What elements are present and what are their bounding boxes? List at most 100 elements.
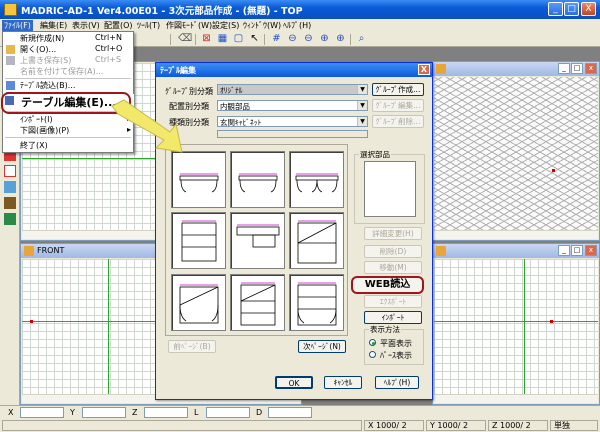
coord-x-label: X [8,408,14,417]
cancel-button[interactable]: ｷｬﾝｾﾙ [324,376,362,389]
import-button[interactable]: ｲﾝﾎﾟｰﾄ [364,311,422,324]
zoom-fit-icon[interactable]: ⊠ [200,33,213,45]
radio-plane-view[interactable] [369,339,376,346]
menu-item-new[interactable]: 新規作成(N) Ctrl+N [3,33,133,44]
menu-draw-mode[interactable]: 作図ﾓｰﾄﾞ(W) [166,20,212,31]
child-maximize-button[interactable]: □ [571,63,583,74]
selected-part-preview [364,161,416,217]
part-thumbnail[interactable] [230,212,285,269]
coord-l-field[interactable] [206,407,250,418]
perspective-canvas[interactable] [434,77,598,230]
part-thumbnail[interactable] [230,274,285,331]
close-button[interactable]: X [581,2,596,16]
child-close-button[interactable]: x [585,63,597,74]
status-unit: 単独 [550,420,598,431]
move-left-icon[interactable]: ⊕ [318,33,331,45]
menu-item-table-load[interactable]: ﾃｰﾌﾞﾙ読込(B)... [3,80,133,91]
side-view-canvas[interactable] [434,259,598,394]
group-create-button[interactable]: ｸﾞﾙｰﾌﾟ作成... [372,83,424,96]
part-thumbnail[interactable] [171,274,226,331]
part-thumbnail[interactable] [171,151,226,208]
eraser-icon[interactable]: ⌫ [178,33,192,45]
search-icon[interactable]: ⌕ [355,33,368,45]
coord-y-field[interactable] [82,407,126,418]
menu-window[interactable]: ｳｨﾝﾄﾞｳ(W) [243,20,281,31]
menu-placement[interactable]: 配置(O) [104,20,133,31]
menu-settings[interactable]: 設定(S) [212,20,239,31]
part-thumbnail[interactable] [289,274,344,331]
menu-tools[interactable]: ﾂｰﾙ(T) [137,20,160,31]
menu-edit[interactable]: 編集(E) [40,20,67,31]
delete-button[interactable]: 削除(D) [364,245,422,258]
snap-grid-icon[interactable]: # [270,33,283,45]
minimize-button[interactable]: _ [548,2,563,16]
coord-d-field[interactable] [268,407,312,418]
front-title: FRONT [37,246,65,255]
child-close-button[interactable]: x [585,245,597,256]
group-edit-button[interactable]: ｸﾞﾙｰﾌﾟ編集... [372,99,424,112]
coord-d-label: D [256,408,263,417]
parts-thumbnail-grid [165,144,348,336]
status-message [2,420,362,431]
menu-view[interactable]: 表示(V) [72,20,100,31]
side-title-bar: _ □ x [433,244,599,258]
part-thumbnail[interactable] [289,151,344,208]
group-category-select[interactable]: ｵﾘｼﾞﾅﾙ ▼ [217,84,368,95]
coord-y-label: Y [70,408,75,417]
grid-icon[interactable]: ▦ [216,33,229,45]
dialog-close-button[interactable]: X [418,64,430,75]
radio-plane-label: 平面表示 [380,339,412,348]
perspective-title-bar: _ □ x [433,62,599,76]
child-minimize-button[interactable]: _ [558,63,570,74]
rotate-left-icon[interactable]: ⊖ [286,33,299,45]
cube-icon[interactable] [4,213,16,225]
coord-x-field[interactable] [20,407,64,418]
chair-icon[interactable] [4,181,16,193]
coord-l-label: L [194,408,199,417]
window-title: MADRIC-AD-1 Ver4.00E01 - 3次元部品作成 - (無題) … [21,6,303,17]
filter-field[interactable] [217,130,368,138]
detail-change-button[interactable]: 詳細変更(H) [364,227,422,240]
child-minimize-button[interactable]: _ [558,245,570,256]
frame-icon[interactable]: ▢ [232,33,245,45]
radio-perspective-label: ﾊﾟｰｽ表示 [380,351,412,360]
part-thumbnail[interactable] [171,212,226,269]
menu-item-save[interactable]: 上書き保存(S) Ctrl+S [3,55,133,66]
rotate-right-icon[interactable]: ⊖ [302,33,315,45]
part-thumbnail[interactable] [230,151,285,208]
selected-parts-label: 選択部品 [359,149,391,160]
group-delete-button[interactable]: ｸﾞﾙｰﾌﾟ削除... [372,115,424,128]
view-perspective: _ □ x [432,61,600,241]
type-category-select[interactable]: 玄関ｷｬﾋﾞﾈｯﾄ ▼ [217,116,368,127]
ok-button[interactable]: OK [275,376,313,389]
coordinate-bar: X Y Z L D [0,405,600,419]
folder-icon [6,45,15,54]
menu-item-save-as[interactable]: 名前を付けて保存(A)... [3,66,133,77]
coord-z-field[interactable] [144,407,188,418]
move-button[interactable]: 移動(M) [364,261,422,274]
save-icon [6,56,15,65]
web-load-button[interactable]: WEB読込 [351,276,424,294]
pencil-icon[interactable] [4,165,16,177]
next-page-button[interactable]: 次ﾍﾟｰｼﾞ(N) [298,340,346,353]
table-edit-dialog: ﾃｰﾌﾞﾙ編集 X ｸﾞﾙｰﾌﾟ別分類 ｵﾘｼﾞﾅﾙ ▼ 配置別分類 内観部品 ▼ … [155,62,433,400]
export-button[interactable]: ｴｸｽﾎﾟｰﾄ [364,295,422,308]
status-z: Z 1000/ 2 [488,420,548,431]
menu-item-open[interactable]: 開く(O)... Ctrl+O [3,44,133,55]
display-method-label: 表示方法 [369,324,401,335]
child-maximize-button[interactable]: □ [571,245,583,256]
plant-icon[interactable] [4,197,16,209]
menu-help[interactable]: ﾍﾙﾌﾟ(H) [283,20,311,31]
radio-perspective-view[interactable] [369,351,376,358]
pointer-arrow [111,99,183,153]
move-right-icon[interactable]: ⊕ [334,33,347,45]
select-arrow-icon[interactable]: ↖ [248,33,261,45]
part-thumbnail[interactable] [289,212,344,269]
maximize-button[interactable]: □ [564,2,579,16]
placement-category-select[interactable]: 内観部品 ▼ [217,100,368,111]
prev-page-button[interactable]: 前ﾍﾟｰｼﾞ(B) [168,340,216,353]
app-icon [4,3,17,16]
menu-file[interactable]: ﾌｧｲﾙ(F) [2,20,33,31]
dialog-title: ﾃｰﾌﾞﾙ編集 [160,66,196,75]
help-button[interactable]: ﾍﾙﾌﾟ(H) [375,376,419,389]
